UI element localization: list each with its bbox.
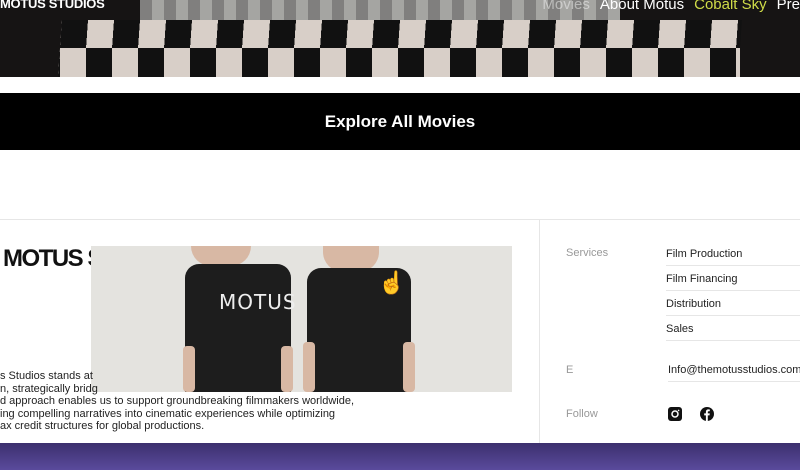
para-line: ing compelling narratives into cinematic… [0, 407, 336, 420]
service-distribution[interactable]: Distribution [666, 298, 800, 316]
top-nav: Movies About Motus Cobalt Sky Pre [542, 0, 800, 13]
nav-cobalt-sky[interactable]: Cobalt Sky [694, 0, 767, 13]
hero-image: MOTUS STUDIOS Movies About Motus Cobalt … [0, 0, 800, 77]
nav-movies[interactable]: Movies [542, 0, 590, 13]
para-line: d approach enables us to support groundb… [0, 395, 355, 407]
nav-about[interactable]: About Motus [600, 0, 684, 13]
facebook-icon[interactable] [699, 406, 714, 421]
instagram-icon[interactable] [667, 406, 682, 421]
service-sales[interactable]: Sales [666, 323, 800, 341]
divider [0, 219, 800, 220]
services-label: Services [566, 247, 609, 259]
hand-cursor-icon: ☝ [378, 270, 406, 295]
service-film-financing[interactable]: Film Financing [666, 273, 800, 291]
email-label: E [566, 364, 574, 376]
email-link[interactable]: Info@themotusstudios.com [668, 364, 800, 382]
para-line: n, strategically bridg [0, 382, 98, 395]
vertical-divider [539, 220, 540, 443]
brand-logo[interactable]: MOTUS STUDIOS [0, 0, 105, 11]
service-film-production[interactable]: Film Production [666, 248, 800, 266]
follow-label: Follow [566, 408, 598, 420]
about-paragraph: s Studios stands at n, strategically bri… [0, 370, 360, 433]
checkered-tablecloth-lower [60, 48, 740, 77]
shirt-print: MOTUS [219, 290, 297, 314]
para-line: s Studios stands at [0, 370, 93, 382]
explore-all-movies-button[interactable]: Explore All Movies [0, 93, 800, 150]
explore-label: Explore All Movies [324, 111, 476, 131]
footer-logo: MOTUS S [3, 245, 103, 272]
bottom-band [0, 443, 800, 470]
nav-pre[interactable]: Pre [777, 0, 800, 13]
para-line: ax credit structures for global producti… [0, 420, 205, 432]
